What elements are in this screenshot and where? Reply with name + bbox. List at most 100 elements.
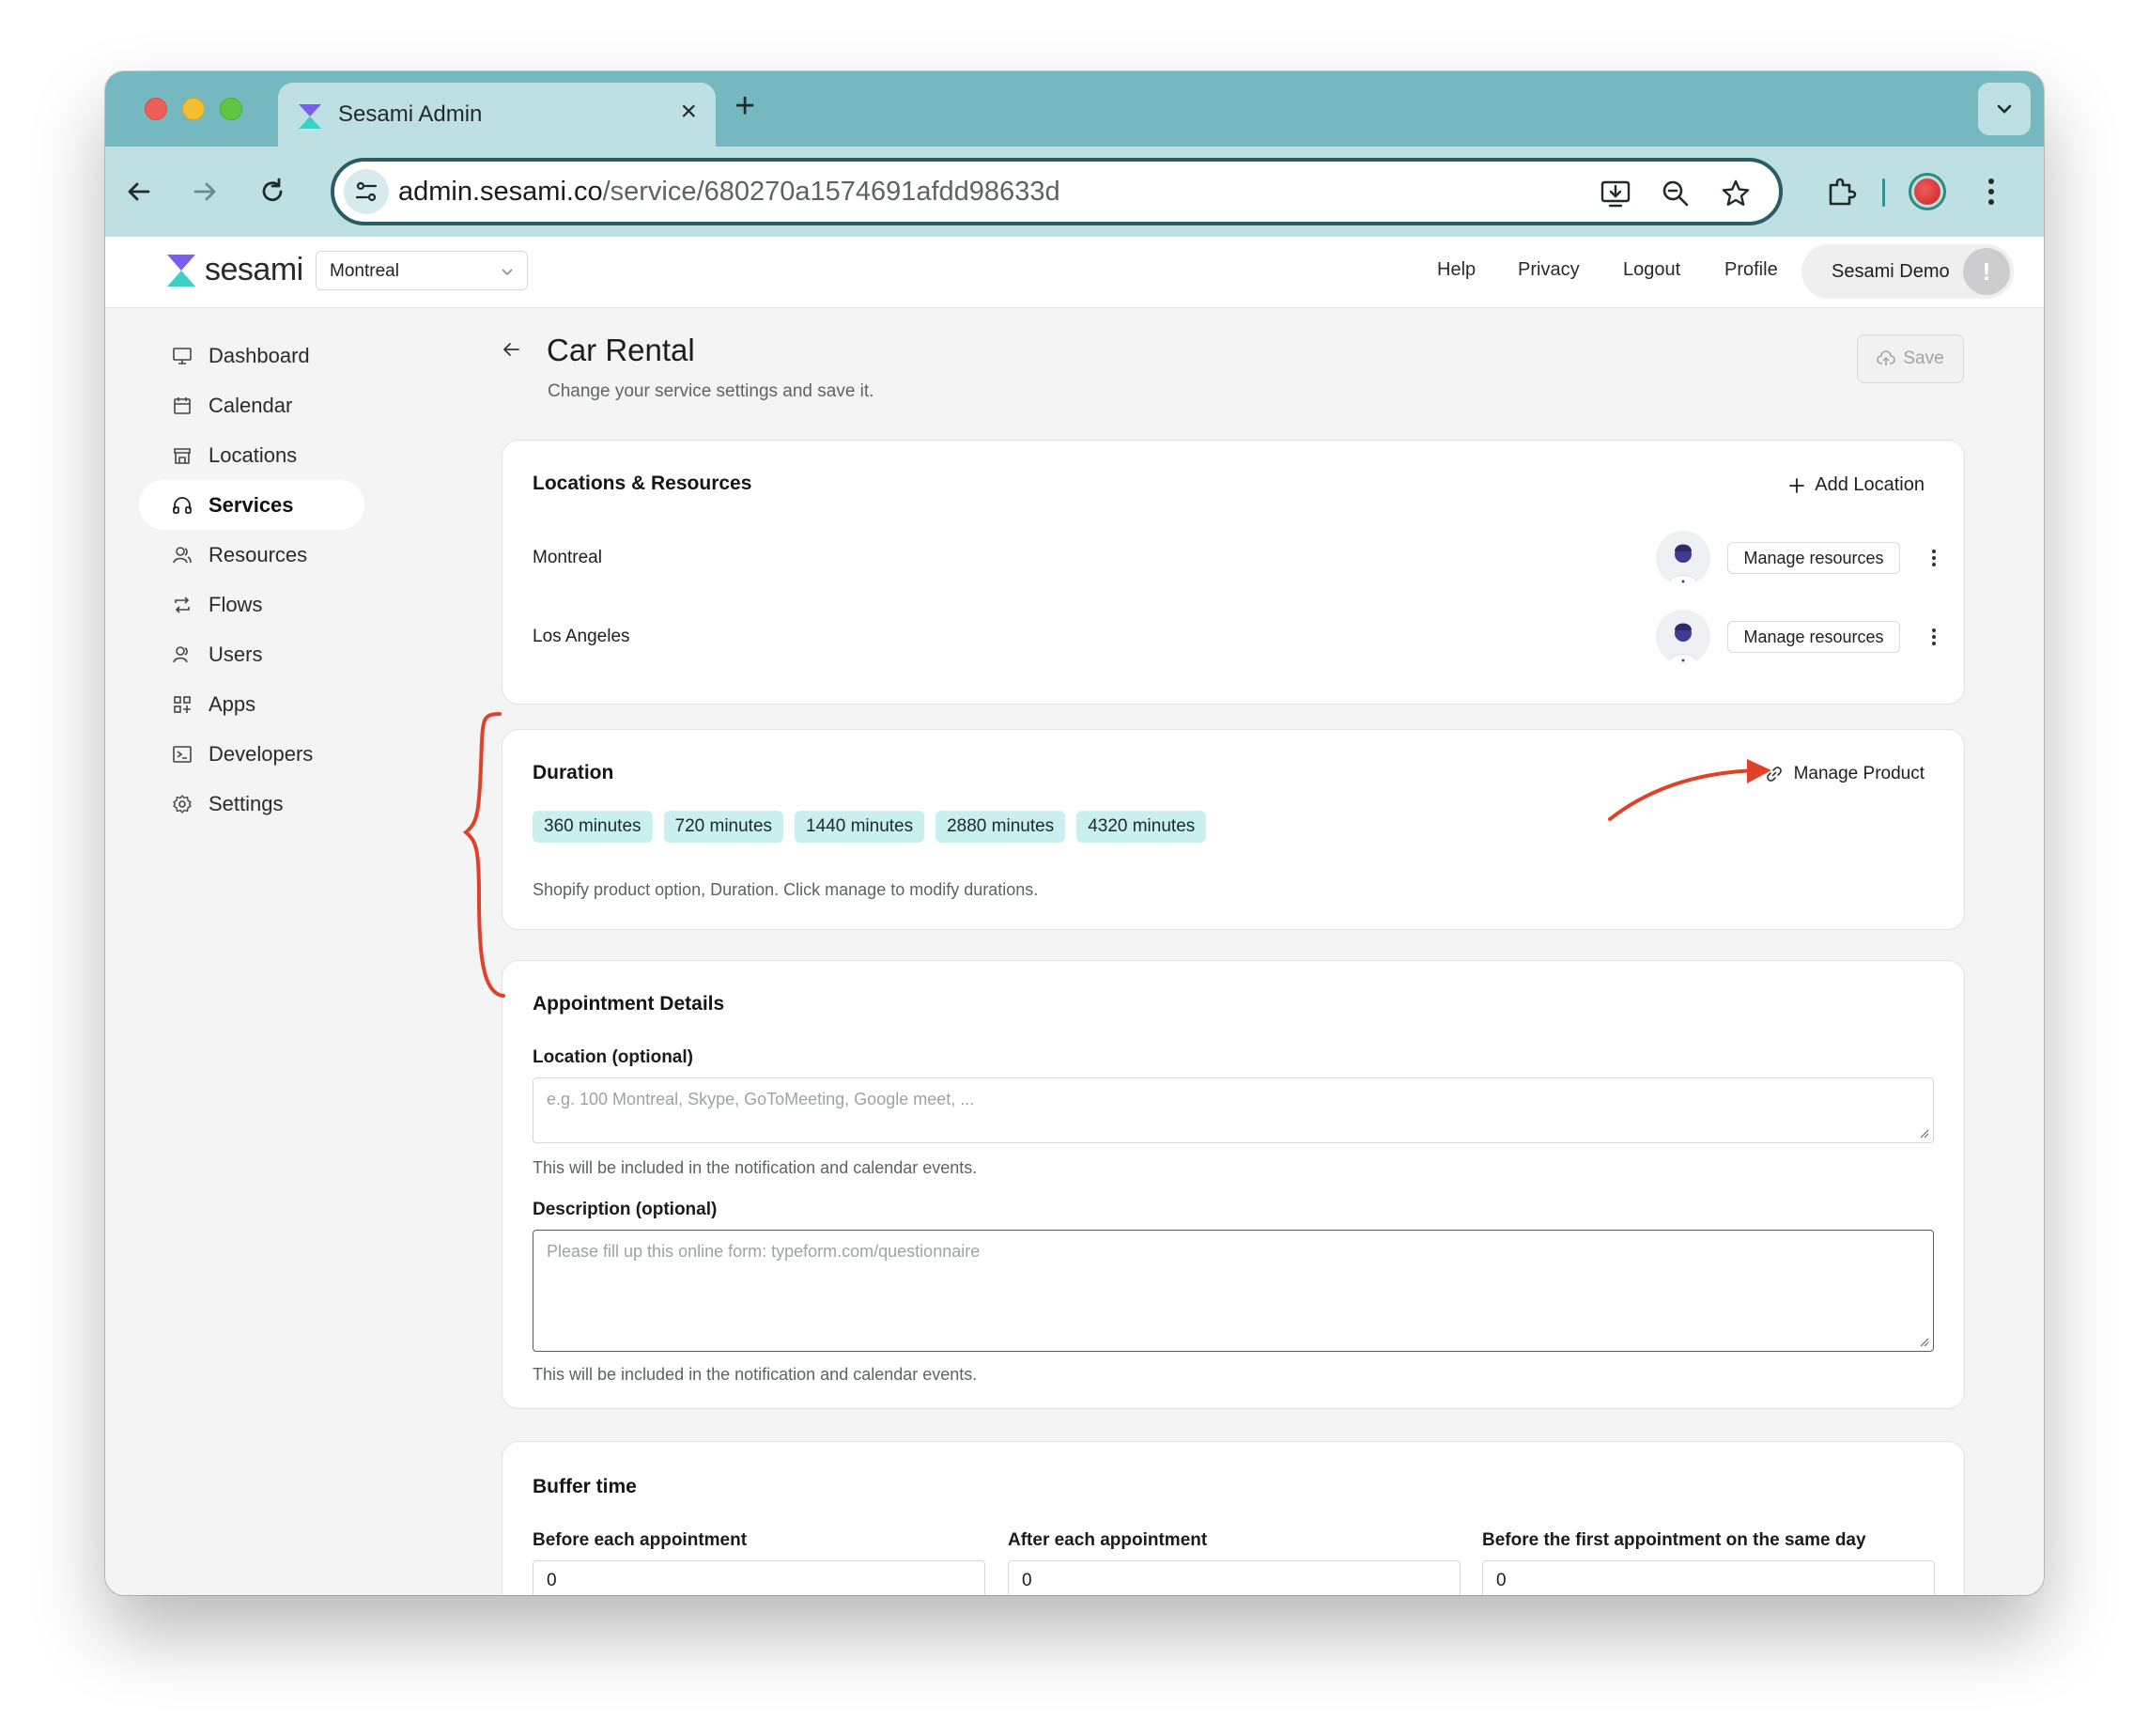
sidebar-item-developers[interactable]: Developers xyxy=(139,729,364,779)
install-app-button[interactable] xyxy=(1597,175,1634,212)
sidebar-item-label: Flows xyxy=(209,592,263,616)
resize-grip-icon[interactable] xyxy=(1918,1127,1929,1139)
logo-text: sesami xyxy=(205,252,303,287)
person-icon xyxy=(1656,610,1710,664)
before-each-label: Before each appointment xyxy=(533,1530,748,1550)
location-row-name: Montreal xyxy=(533,548,602,567)
bookmark-button[interactable] xyxy=(1717,175,1755,212)
privacy-link[interactable]: Privacy xyxy=(1518,259,1580,281)
toolbar-divider xyxy=(1882,178,1885,207)
users-icon xyxy=(171,544,193,566)
user-name: Sesami Demo xyxy=(1832,261,1950,282)
sidebar-item-label: Apps xyxy=(209,691,256,716)
sidebar-item-resources[interactable]: Resources xyxy=(139,530,364,580)
browser-toolbar: admin.sesami.co/service/680270a1574691af… xyxy=(105,147,2044,237)
card-title: Buffer time xyxy=(533,1476,637,1497)
app-header: sesami Montreal Help Privacy Logout Prof… xyxy=(105,237,2044,308)
address-bar[interactable]: admin.sesami.co/service/680270a1574691af… xyxy=(331,158,1783,225)
appointment-details-card: Appointment Details Location (optional) … xyxy=(502,960,1965,1409)
location-row-name: Los Angeles xyxy=(533,627,630,646)
sidebar-item-calendar[interactable]: Calendar xyxy=(139,380,364,430)
tab-close-icon[interactable]: × xyxy=(680,98,697,126)
description-help-text: This will be included in the notificatio… xyxy=(533,1365,978,1384)
duration-chip: 2880 minutes xyxy=(935,811,1066,843)
tab-strip: Sesami Admin × + xyxy=(105,71,2044,148)
after-each-label: After each appointment xyxy=(1008,1530,1208,1550)
row-menu-button[interactable] xyxy=(1925,621,1943,653)
description-textarea[interactable]: Please fill up this online form: typefor… xyxy=(533,1230,1934,1352)
description-placeholder: Please fill up this online form: typefor… xyxy=(547,1242,981,1261)
sidebar-item-users[interactable]: Users xyxy=(139,629,364,679)
site-info-button[interactable] xyxy=(344,169,389,214)
reload-button[interactable] xyxy=(252,171,293,212)
locations-resources-card: Locations & Resources Add Location Montr… xyxy=(502,440,1965,705)
cloud-upload-icon xyxy=(1877,350,1896,365)
logout-link[interactable]: Logout xyxy=(1623,259,1680,281)
before-first-input[interactable]: 0 xyxy=(1482,1560,1935,1595)
resource-avatar xyxy=(1656,531,1710,585)
plus-icon xyxy=(1789,477,1805,493)
help-link[interactable]: Help xyxy=(1437,259,1476,281)
duration-chip: 1440 minutes xyxy=(795,811,925,843)
tune-icon xyxy=(355,181,378,202)
sidebar-item-locations[interactable]: Locations xyxy=(139,430,364,480)
new-tab-icon[interactable]: + xyxy=(734,88,755,124)
browser-menu-button[interactable] xyxy=(1971,171,2012,212)
back-to-services-button[interactable] xyxy=(500,338,522,365)
page-subtitle: Change your service settings and save it… xyxy=(548,381,874,401)
sidebar-item-dashboard[interactable]: Dashboard xyxy=(139,331,364,380)
browser-tab[interactable]: Sesami Admin × xyxy=(278,83,716,148)
manage-product-link[interactable]: Manage Product xyxy=(1766,764,1925,784)
location-select[interactable]: Montreal xyxy=(316,251,528,290)
page-title: Car Rental xyxy=(547,333,695,367)
back-button[interactable] xyxy=(118,171,160,212)
reload-icon xyxy=(262,178,283,202)
sidebar-item-settings[interactable]: Settings xyxy=(139,779,364,829)
user-icon xyxy=(171,643,193,666)
sidebar-item-flows[interactable]: Flows xyxy=(139,580,364,629)
maximize-window-button[interactable] xyxy=(220,98,242,120)
arrow-left-icon xyxy=(128,182,150,201)
repeat-icon xyxy=(171,594,193,616)
row-menu-button[interactable] xyxy=(1925,542,1943,574)
zoom-button[interactable] xyxy=(1657,175,1694,212)
manage-resources-button[interactable]: Manage resources xyxy=(1727,542,1900,574)
apps-icon xyxy=(171,693,193,716)
sidebar-item-apps[interactable]: Apps xyxy=(139,679,364,729)
chevron-down-icon xyxy=(1997,104,2012,114)
resource-avatar xyxy=(1656,610,1710,664)
before-each-input[interactable]: 0 xyxy=(533,1560,985,1595)
forward-button[interactable] xyxy=(184,171,225,212)
url-path: /service/680270a1574691afdd98633d xyxy=(602,177,1060,207)
after-each-input[interactable]: 0 xyxy=(1008,1560,1461,1595)
profile-link[interactable]: Profile xyxy=(1724,259,1778,281)
star-icon xyxy=(1722,179,1750,206)
card-title: Locations & Resources xyxy=(533,473,752,494)
duration-chip: 4320 minutes xyxy=(1076,811,1207,843)
url-host: admin.sesami.co xyxy=(398,177,603,207)
sesami-favicon-icon xyxy=(299,104,321,129)
sidebar-item-label: Developers xyxy=(209,741,314,766)
url-text: admin.sesami.co/service/680270a1574691af… xyxy=(398,177,1060,208)
profile-avatar xyxy=(1909,173,1946,210)
person-icon xyxy=(1656,531,1710,585)
gear-icon xyxy=(171,793,193,815)
sidebar-nav: Dashboard Calendar Locations Services Re… xyxy=(139,331,364,829)
tab-search-button[interactable] xyxy=(1978,83,2031,135)
location-textarea[interactable]: e.g. 100 Montreal, Skype, GoToMeeting, G… xyxy=(533,1077,1934,1143)
sesami-logo[interactable]: sesami xyxy=(165,252,303,288)
minimize-window-button[interactable] xyxy=(182,98,205,120)
extensions-button[interactable] xyxy=(1820,171,1862,212)
profile-button[interactable] xyxy=(1907,171,1948,212)
manage-resources-button[interactable]: Manage resources xyxy=(1727,621,1900,653)
user-menu[interactable]: Sesami Demo ! xyxy=(1801,244,2014,299)
resize-grip-icon[interactable] xyxy=(1918,1336,1929,1347)
screenshot-stage: Sesami Admin × + admin.sesami.co/service… xyxy=(0,0,2149,1736)
save-button[interactable]: Save xyxy=(1857,334,1964,383)
add-location-button[interactable]: Add Location xyxy=(1788,474,1925,496)
buffer-time-card: Buffer time Before each appointment 0 Af… xyxy=(502,1441,1965,1595)
close-window-button[interactable] xyxy=(145,98,167,120)
sidebar-item-services[interactable]: Services xyxy=(139,480,364,530)
arrow-left-icon xyxy=(503,343,519,356)
more-vertical-icon xyxy=(1988,178,1994,205)
